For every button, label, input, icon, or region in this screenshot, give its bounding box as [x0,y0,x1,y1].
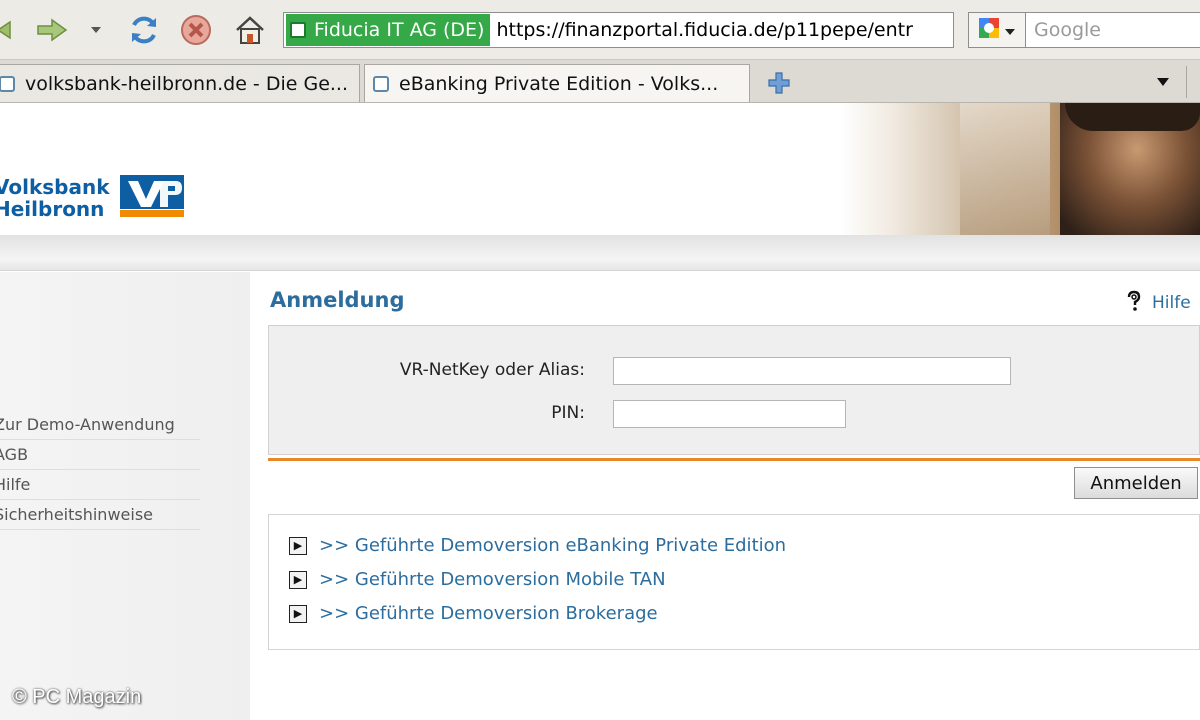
sidebar: Zur Demo-Anwendung AGB Hilfe Sicherheits… [0,272,250,720]
logo-wordmark: Volksbank Heilbronn [0,175,110,221]
tab-ebanking[interactable]: eBanking Private Edition - Volks... [364,64,750,102]
google-icon [978,17,1000,43]
address-bar[interactable]: Fiducia IT AG (DE) https://finanzportal.… [283,12,954,48]
bank-logo[interactable]: Volksbank Heilbronn [0,175,184,221]
netkey-label: VR-NetKey oder Alias: [399,360,585,380]
login-button[interactable]: Anmelden [1074,467,1198,499]
site-identity-button[interactable]: Fiducia IT AG (DE) [286,14,491,46]
demo-link-label: >> Geführte Demoversion Brokerage [319,603,658,624]
demo-links-box: ▶ >> Geführte Demoversion eBanking Priva… [268,514,1200,650]
stop-button[interactable] [178,10,214,50]
dropdown-icon [89,25,103,35]
demo-link-brokerage[interactable]: ▶ >> Geführte Demoversion Brokerage [289,603,658,624]
tab-volksbank[interactable]: volksbank-heilbronn.de - Die Ge... [0,64,360,102]
new-tab-plus-icon [767,71,791,99]
demo-link-label: >> Geführte Demoversion Mobile TAN [319,569,666,590]
page-title: Anmeldung [270,288,405,312]
help-link[interactable]: Hilfe [1124,290,1191,316]
tab-scroll-button[interactable] [1186,66,1200,98]
tab-title: eBanking Private Edition - Volks... [399,72,719,95]
home-icon [233,13,267,47]
forward-arrow-icon [34,16,70,44]
back-arrow-icon [0,16,18,44]
browser-toolbar: Fiducia IT AG (DE) https://finanzportal.… [0,0,1200,60]
search-input[interactable] [1034,19,1200,41]
sidebar-item-hilfe[interactable]: Hilfe [0,470,200,500]
demo-link-label: >> Geführte Demoversion eBanking Private… [319,535,787,556]
arrow-right-box-icon: ▶ [289,536,307,555]
vr-logo-icon [119,175,184,221]
demo-link-ebanking[interactable]: ▶ >> Geführte Demoversion eBanking Priva… [289,535,786,556]
form-divider [268,458,1200,461]
help-question-icon [1124,290,1144,316]
copyright-watermark: © PC Magazin [12,686,142,708]
reload-icon [127,13,161,47]
stop-icon [179,13,213,47]
sidebar-item-sicherheit[interactable]: Sicherheitshinweise [0,500,200,530]
help-label: Hilfe [1152,293,1191,313]
home-button[interactable] [232,10,268,50]
header-photo [840,103,1200,235]
sidebar-item-demo[interactable]: Zur Demo-Anwendung [0,410,200,440]
netkey-input[interactable] [613,357,1011,385]
pin-label: PIN: [551,403,585,423]
tab-title: volksbank-heilbronn.de - Die Ge... [25,72,348,95]
url-text[interactable]: https://finanzportal.fiducia.de/p11pepe/… [496,19,912,41]
dropdown-icon [1156,72,1170,91]
header-divider-band [0,235,1200,271]
page-header: Volksbank Heilbronn [0,103,1200,235]
arrow-right-box-icon: ▶ [289,604,307,623]
tab-favicon-icon [0,75,15,92]
site-identity-label: Fiducia IT AG (DE) [314,19,485,41]
search-engine-selector[interactable] [968,12,1026,48]
tab-list-button[interactable] [1156,72,1170,91]
new-tab-button[interactable] [764,70,794,100]
login-form: VR-NetKey oder Alias: PIN: [268,325,1200,455]
sidebar-item-agb[interactable]: AGB [0,440,200,470]
pin-input[interactable] [613,400,846,428]
arrow-right-box-icon: ▶ [289,570,307,589]
history-dropdown-button[interactable] [86,10,106,50]
demo-link-mobile-tan[interactable]: ▶ >> Geführte Demoversion Mobile TAN [289,569,666,590]
site-favicon-icon [290,22,306,38]
dropdown-icon [1004,21,1016,40]
forward-button[interactable] [32,10,72,50]
search-box[interactable] [1026,12,1200,48]
tab-bar: volksbank-heilbronn.de - Die Ge... eBank… [0,60,1200,103]
tab-favicon-icon [373,75,389,92]
back-button[interactable] [0,10,20,50]
reload-button[interactable] [124,10,164,50]
